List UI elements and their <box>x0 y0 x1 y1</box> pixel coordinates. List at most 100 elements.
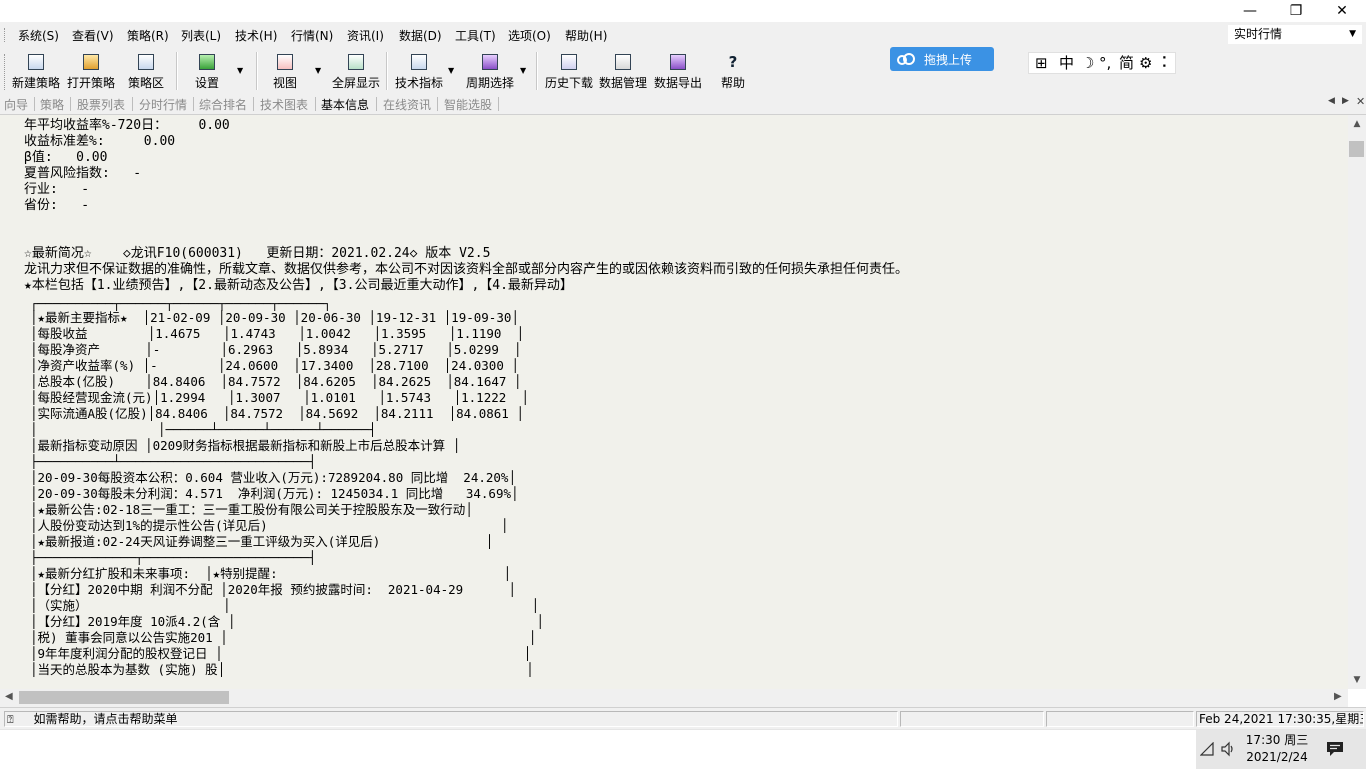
view-dropdown-icon[interactable]: ▼ <box>315 66 321 75</box>
scroll-left-icon[interactable]: ◀ <box>5 691 13 702</box>
minimize-button[interactable]: — <box>1227 0 1273 22</box>
quote-selector[interactable]: 实时行情 ▼ <box>1228 25 1362 44</box>
settings-dropdown-icon[interactable]: ▼ <box>237 66 243 75</box>
tab-tech-chart[interactable]: 技术图表 <box>260 96 308 113</box>
moon-icon[interactable]: ☽ <box>1081 53 1094 73</box>
new-strategy-button[interactable]: 新建策略 <box>10 52 62 92</box>
ime-punctuation[interactable]: °, <box>1099 53 1111 73</box>
menu-help[interactable]: 帮助(H) <box>565 27 607 44</box>
tab-separator <box>376 97 377 111</box>
tab-intraday[interactable]: 分时行情 <box>139 96 187 113</box>
table-border: ├──────────┴─────────────────────────┤ <box>30 454 316 469</box>
menu-data[interactable]: 数据(D) <box>399 27 442 44</box>
toolbar-separator <box>176 52 178 90</box>
menu-list[interactable]: 列表(L) <box>181 27 221 44</box>
close-button[interactable]: ✕ <box>1319 0 1365 22</box>
notification-icon[interactable] <box>1326 741 1344 757</box>
detail-row: │20-09-30每股未分利润：4.571 净利润(万元): 1245034.1… <box>30 486 519 501</box>
menu-technical[interactable]: 技术(H) <box>235 27 277 44</box>
tab-guide[interactable]: 向导 <box>4 96 28 113</box>
open-strategy-button[interactable]: 打开策略 <box>65 52 117 92</box>
ime-mode[interactable]: 简 <box>1119 53 1134 73</box>
indicator-dropdown-icon[interactable]: ▼ <box>448 66 454 75</box>
data-export-icon <box>670 54 686 70</box>
ime-language[interactable]: 中 <box>1059 53 1074 73</box>
fullscreen-button[interactable]: 全屏显示 <box>330 52 382 92</box>
tab-separator <box>132 97 133 111</box>
dividend-row: │税) 董事会同意以公告实施201 │ │ <box>30 630 537 645</box>
help-button[interactable]: ? 帮助 <box>716 52 750 92</box>
settings-label: 设置 <box>194 76 219 90</box>
menu-grip <box>4 28 7 42</box>
sections-line[interactable]: ★本栏包括【1.业绩预告】,【2.最新动态及公告】,【3.公司最近重大动作】,【… <box>24 278 573 294</box>
taskbar-clock[interactable]: 17:30 周三 2021/2/24 <box>1242 732 1312 766</box>
data-export-button[interactable]: 数据导出 <box>652 52 704 92</box>
wifi-icon[interactable] <box>1200 742 1216 756</box>
vertical-scrollbar[interactable]: ▲ ▼ <box>1348 115 1366 689</box>
grid-icon[interactable]: ⊞ <box>1035 53 1048 73</box>
period-dropdown-icon[interactable]: ▼ <box>520 66 526 75</box>
clock-time: 17:30 周三 <box>1245 733 1309 747</box>
dividend-row: │★最新分红扩股和未来事项: │★特别提醒: │ <box>30 566 512 581</box>
fullscreen-icon <box>348 54 364 70</box>
upload-button[interactable]: 拖拽上传 <box>890 47 994 71</box>
tab-smart-select[interactable]: 智能选股 <box>444 96 492 113</box>
f10-content: 年平均收益率%-720日： 0.00 收益标准差%: 0.00 β值: 0.00… <box>0 115 1348 689</box>
scroll-up-icon[interactable]: ▲ <box>1348 119 1366 129</box>
scroll-right-icon[interactable]: ▶ <box>1334 691 1342 702</box>
view-button[interactable]: 视图 <box>266 52 304 92</box>
clock-date: 2021/2/24 <box>1246 750 1308 764</box>
indicator-button[interactable]: 技术指标 <box>393 52 445 92</box>
tab-separator <box>253 97 254 111</box>
volume-icon[interactable] <box>1220 741 1236 757</box>
change-reason-row: │最新指标变动原因 │0209财务指标根据最新指标和新股上市后总股本计算 │ <box>30 438 461 453</box>
toolbar-separator <box>536 52 538 90</box>
menu-strategy[interactable]: 策略(R) <box>127 27 169 44</box>
announcement-row[interactable]: │★最新公告:02-18三一重工：三一重工股份有限公司关于控股股东及一致行动│ <box>30 502 592 518</box>
report-row[interactable]: │★最新报道:02-24天风证券调整三一重工评级为买入(详见后) │ <box>30 534 592 550</box>
table-row: │每股收益 │1.4675 │1.4743 │1.0042 │1.3595 │1… <box>30 326 525 341</box>
strategy-area-button[interactable]: 策略区 <box>124 52 168 92</box>
gear-icon[interactable]: ⚙ <box>1139 53 1152 73</box>
new-strategy-label: 新建策略 <box>11 76 60 90</box>
tab-basic-info[interactable]: 基本信息 <box>321 96 369 113</box>
horizontal-scrollbar[interactable]: ◀ ▶ <box>0 689 1348 707</box>
tab-bar: 向导 策略 股票列表 分时行情 综合排名 技术图表 基本信息 在线资讯 智能选股… <box>0 94 1366 115</box>
restore-button[interactable]: ❐ <box>1273 0 1319 22</box>
data-manage-button[interactable]: 数据管理 <box>597 52 649 92</box>
menu-options[interactable]: 选项(O) <box>508 27 551 44</box>
more-icon[interactable]: ⠅ <box>1161 53 1172 73</box>
scroll-down-icon[interactable]: ▼ <box>1348 675 1366 685</box>
period-button[interactable]: 周期选择 <box>463 52 517 92</box>
announcement-row[interactable]: │人股份变动达到1%的提示性公告(详见后) │ <box>30 518 592 534</box>
menu-system[interactable]: 系统(S) <box>18 27 59 44</box>
menu-news[interactable]: 资讯(I) <box>347 27 384 44</box>
table-border: │ │──────┴──────┴──────┴──────┤ <box>30 422 377 437</box>
taskbar: 17:30 周三 2021/2/24 <box>0 729 1366 769</box>
indicator-label: 技术指标 <box>394 76 443 90</box>
tab-scroll-left-icon[interactable]: ◀ <box>1328 96 1335 106</box>
table-border: ├─────────────┬──────────────────────┤ <box>30 550 316 565</box>
vertical-scroll-thumb[interactable] <box>1349 141 1364 157</box>
menu-view[interactable]: 查看(V) <box>72 27 114 44</box>
table-row: │实际流通A股(亿股)│84.8406 │84.7572 │84.5692 │8… <box>30 406 524 421</box>
status-panel-empty <box>1046 711 1194 727</box>
tab-close-icon[interactable]: ✕ <box>1356 95 1365 108</box>
tab-stock-list[interactable]: 股票列表 <box>77 96 125 113</box>
tab-strategy[interactable]: 策略 <box>40 96 64 113</box>
toolbar-separator <box>386 52 388 90</box>
tab-ranking[interactable]: 综合排名 <box>199 96 247 113</box>
tab-scroll-right-icon[interactable]: ▶ <box>1342 96 1349 106</box>
tab-separator <box>437 97 438 111</box>
horizontal-scroll-thumb[interactable] <box>19 691 229 704</box>
tab-online-news[interactable]: 在线资讯 <box>383 96 431 113</box>
dividend-row: │【分红】2020中期 利润不分配 │2020年报 预约披露时间: 2021-0… <box>30 582 516 597</box>
menu-market[interactable]: 行情(N) <box>291 27 333 44</box>
menu-tools[interactable]: 工具(T) <box>455 27 496 44</box>
stat-line: 收益标准差%: 0.00 <box>24 134 176 149</box>
stat-line: β值: 0.00 <box>24 150 108 165</box>
settings-icon <box>199 54 215 70</box>
settings-button[interactable]: 设置 <box>188 52 226 92</box>
cloud-icon <box>897 53 915 65</box>
history-download-button[interactable]: 历史下载 <box>543 52 595 92</box>
